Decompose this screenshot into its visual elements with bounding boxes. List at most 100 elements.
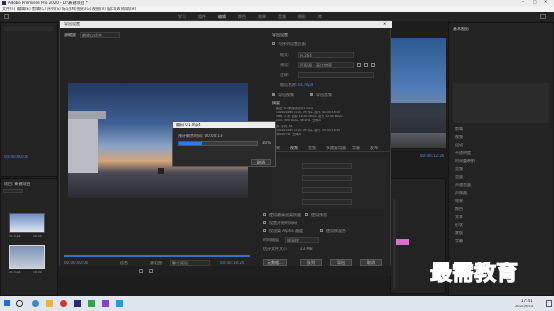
tab-audio-settings[interactable]: 音频 — [308, 146, 316, 150]
folder-icon[interactable] — [46, 300, 53, 307]
max-render-quality-checkbox[interactable] — [263, 213, 266, 216]
comments-input[interactable] — [298, 72, 374, 78]
output-name-link[interactable]: 01.mp4 — [298, 83, 313, 87]
queue-button[interactable]: 队列 — [300, 259, 322, 266]
setting-field[interactable] — [302, 199, 352, 205]
right-panel-item[interactable]: 运动 — [455, 143, 463, 147]
export-video-label: 导出视频 — [278, 93, 294, 97]
premiere-logo-icon — [2, 1, 6, 5]
mark-out-icon[interactable] — [149, 269, 153, 273]
clip-thumbnail[interactable] — [9, 213, 45, 233]
right-panel-item[interactable]: 声像器 — [455, 191, 467, 195]
menu-clip[interactable]: 剪辑(C) — [32, 7, 46, 11]
start-timecode-checkbox[interactable] — [263, 221, 266, 224]
menu-window[interactable]: 窗口(W) — [107, 7, 122, 11]
menu-help[interactable]: 帮助(H) — [122, 7, 136, 11]
export-audio-checkbox[interactable] — [310, 93, 313, 96]
menu-marker[interactable]: 标记(M) — [62, 7, 77, 11]
clock-time[interactable]: 17:41 — [521, 299, 533, 303]
source-scaling-select[interactable]: 缩放以适合 — [80, 32, 120, 38]
use-previews-checkbox[interactable] — [305, 213, 308, 216]
dialog-close-button[interactable]: ✕ — [383, 22, 386, 26]
time-interp-select[interactable]: 帧采样 — [285, 237, 319, 243]
right-panel-item[interactable]: 时间重映射 — [455, 159, 475, 163]
right-panel-item[interactable]: 音频 — [455, 167, 463, 171]
import-preset-icon[interactable] — [364, 63, 368, 67]
export-video-checkbox[interactable] — [272, 93, 275, 96]
tab-publish-settings[interactable]: 发布 — [370, 146, 378, 150]
right-panel-item[interactable]: 声道音量 — [455, 183, 471, 187]
save-preset-icon[interactable] — [357, 63, 361, 67]
right-panel-title: 基本图形 — [453, 27, 469, 31]
setting-field[interactable] — [302, 163, 352, 169]
setting-field[interactable] — [302, 187, 352, 193]
app-icon[interactable] — [88, 300, 95, 307]
render-alpha-checkbox[interactable] — [263, 229, 266, 232]
edge-icon[interactable] — [32, 300, 39, 307]
fit-select[interactable]: 适合 — [120, 261, 128, 265]
summary-line: 输出: D:\新建项目\01.mp4 — [276, 107, 313, 110]
setting-field[interactable] — [302, 175, 352, 181]
start-icon[interactable] — [4, 300, 10, 306]
menu-sequence[interactable]: 序列(S) — [47, 7, 61, 11]
menu-file[interactable]: 文件(F) — [2, 7, 15, 11]
search-icon[interactable] — [16, 300, 23, 307]
app-icon[interactable] — [102, 300, 109, 307]
right-panel-item[interactable]: 不透明度 — [455, 151, 471, 155]
right-panel-item[interactable]: 蒙版 — [455, 231, 463, 235]
tab-multiplexer-settings[interactable]: 多路复用器 — [326, 146, 346, 150]
minimize-button[interactable]: ─ — [522, 0, 524, 4]
building-shape — [68, 118, 98, 173]
tree-silhouette — [390, 103, 446, 133]
car-shape — [158, 168, 164, 174]
app-icon[interactable] — [116, 300, 123, 307]
home-icon[interactable] — [4, 14, 9, 19]
watermark-logo: 最需教育 — [430, 262, 519, 284]
tab-captions-settings[interactable]: 字幕 — [352, 146, 360, 150]
clip-thumbnail-selected[interactable] — [9, 245, 45, 269]
summary-line: 1920x1080 (1.0), 25 fps, 逐行, 00:00:18:20 — [276, 129, 341, 132]
menu-view[interactable]: 视图(V) — [92, 7, 106, 11]
render-alpha-label: 仅渲染 Alpha 通道 — [269, 229, 303, 233]
frame-blending-checkbox[interactable] — [320, 229, 323, 232]
maximize-button[interactable]: □ — [533, 0, 537, 4]
encoding-cancel-button[interactable]: 取消 — [251, 159, 271, 165]
menu-edit[interactable]: 编辑(E) — [17, 7, 31, 11]
tab-video-settings[interactable]: 视频 — [290, 146, 298, 150]
right-panel-item[interactable]: 效果 — [455, 199, 463, 203]
chrome-icon[interactable] — [60, 300, 67, 307]
use-previews-label: 使用预览 — [311, 213, 327, 217]
right-panel-item[interactable]: 文本 — [455, 215, 463, 219]
metadata-button[interactable]: 元数据... — [263, 259, 287, 266]
right-panel-item[interactable]: 剪辑 — [455, 127, 463, 131]
right-panel-item[interactable]: 颜色 — [455, 207, 463, 211]
window-title: Adobe Premiere Pro 2020 - D:\新建项目 * — [8, 1, 88, 5]
search-icon[interactable] — [540, 14, 546, 19]
match-sequence-label: 与序列设置匹配 — [278, 42, 306, 46]
close-button[interactable]: ✕ — [544, 0, 547, 4]
progress-bar-fill — [179, 142, 203, 145]
preview-scrubber[interactable] — [64, 255, 250, 257]
project-tab[interactable]: 项目: 新建项目 — [4, 182, 31, 186]
premiere-taskbar-icon[interactable] — [74, 300, 81, 307]
preset-select[interactable]: 匹配源 - 高比特率 — [298, 62, 354, 68]
mark-in-icon[interactable] — [139, 269, 143, 273]
export-button[interactable]: 导出 — [330, 259, 352, 266]
delete-preset-icon[interactable] — [371, 63, 375, 67]
progress-percent: 30% — [262, 141, 271, 145]
format-select[interactable]: H.264 — [298, 52, 354, 58]
preview-timecode-end: 00:00:18:20 — [220, 261, 245, 265]
right-panel-item[interactable]: 形状 — [455, 223, 463, 227]
taskbar: 17:41 2021/9/14 — [0, 296, 554, 311]
menu-graphics[interactable]: 图形(G) — [77, 7, 91, 11]
cancel-button[interactable]: 取消 — [360, 259, 382, 266]
match-sequence-checkbox[interactable] — [272, 42, 275, 45]
clock-date[interactable]: 2021/9/14 — [515, 305, 533, 309]
right-panel-item[interactable]: 字幕 — [455, 239, 463, 243]
right-panel-item[interactable]: 音量 — [455, 175, 463, 179]
summary-line: 源: 序列, 01 — [276, 125, 293, 128]
project-search-input[interactable] — [3, 189, 23, 193]
right-panel-item[interactable]: 视频 — [455, 135, 463, 139]
source-timecode: 00;00;00;00 — [4, 155, 29, 159]
notification-icon[interactable] — [546, 300, 552, 307]
